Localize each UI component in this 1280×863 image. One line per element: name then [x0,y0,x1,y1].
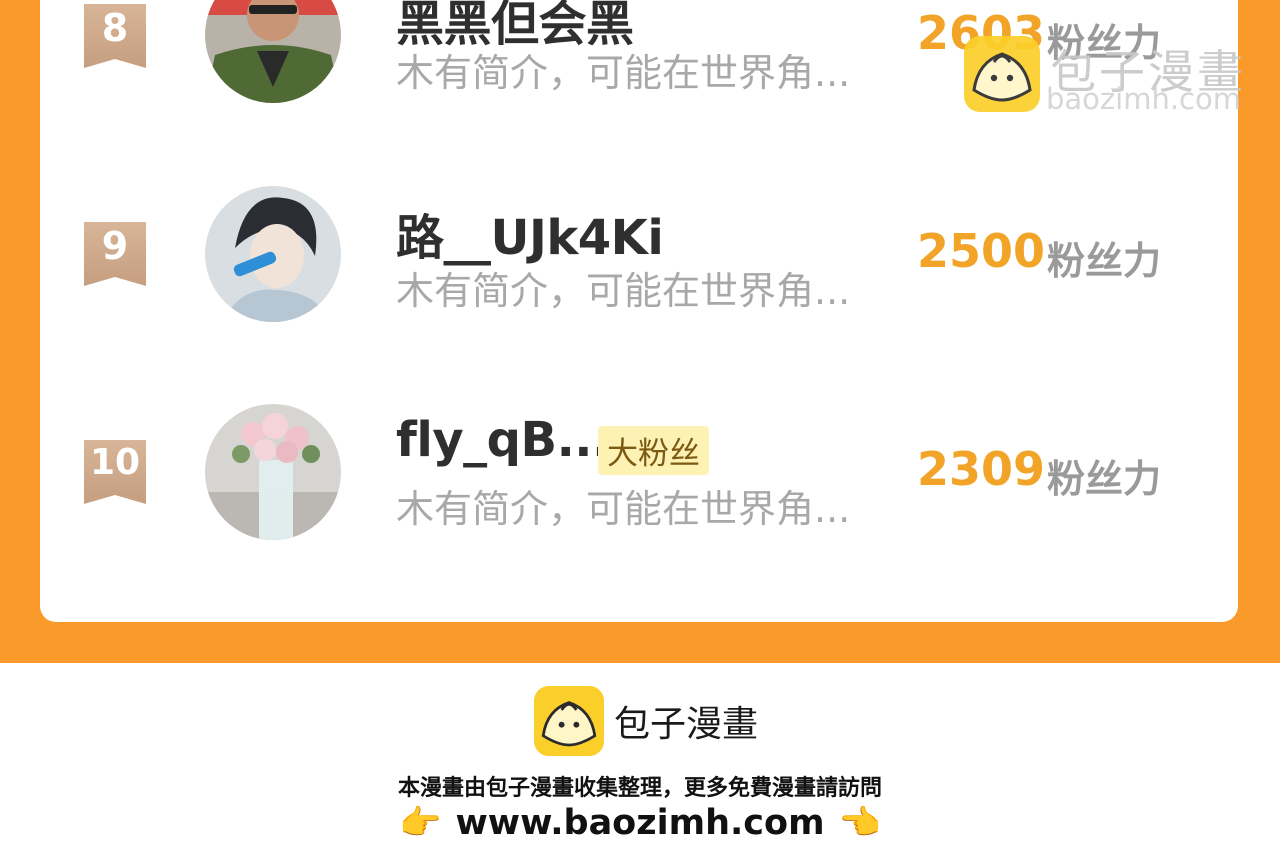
user-intro: 木有简介，可能在世界角... [396,269,851,313]
watermark-domain: baozimh.com [1046,82,1241,116]
ranking-row[interactable]: 9 路__UJk4Ki 木有简介，可能在世界角... 2500 粉丝力 [40,178,1238,328]
footer-brand: 包子漫畫 [614,704,759,745]
bun-logo-icon [964,36,1040,112]
watermark: 包子漫畫 baozimh.com [964,34,1254,116]
avatar[interactable] [205,404,341,540]
footer-url-link[interactable]: www.baozimh.com [455,803,824,843]
user-intro: 木有简介，可能在世界角... [396,51,851,95]
user-name[interactable]: 路__UJk4Ki [396,198,664,268]
user-intro: 木有简介，可能在世界角... [396,487,851,531]
rank-ribbon: 9 [84,222,146,286]
big-fan-badge: 大粉丝 [598,426,709,475]
avatar[interactable] [205,0,341,103]
pointing-left-hand-icon: 👈 [838,803,881,843]
footer-logo-row[interactable]: 包子漫畫 [534,686,758,756]
fan-score: 2500 [917,224,1046,278]
bun-logo-icon [534,686,604,756]
footer-url-row: 👉 www.baozimh.com 👈 [0,798,1280,848]
rank-ribbon: 10 [84,440,146,504]
avatar[interactable] [205,186,341,322]
rank-ribbon: 8 [84,4,146,68]
fan-score-unit: 粉丝力 [1047,239,1162,283]
user-name[interactable]: fly_qB... [396,412,610,468]
ranking-row[interactable]: 10 fly_qB... 大粉丝 木有简介，可能在世界角... 2309 粉丝力 [40,396,1238,546]
fan-score: 2309 [917,442,1046,496]
pointing-right-hand-icon: 👉 [399,803,442,843]
fan-score-unit: 粉丝力 [1047,457,1162,501]
